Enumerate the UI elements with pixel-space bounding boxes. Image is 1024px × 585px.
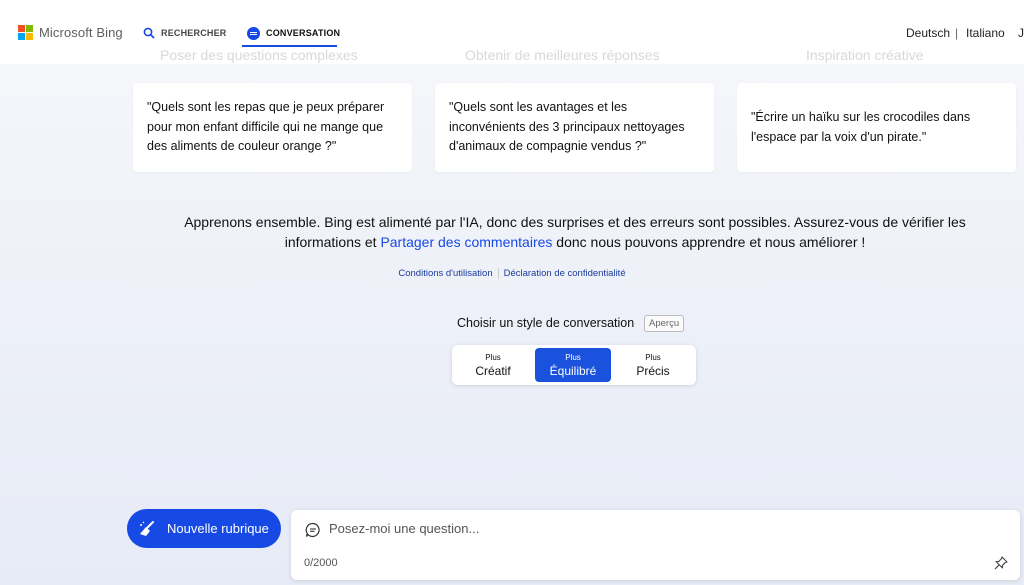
- style-option-prefix: Plus: [565, 353, 581, 362]
- pin-icon[interactable]: [994, 556, 1008, 570]
- preview-badge: Aperçu: [644, 315, 685, 332]
- style-option-prefix: Plus: [645, 353, 661, 362]
- style-option-prefix: Plus: [485, 353, 501, 362]
- legal-divider: [497, 268, 499, 279]
- suggestion-heading: Poser des questions complexes: [160, 47, 358, 63]
- conversation-style-title: Choisir un style de conversation: [457, 316, 635, 330]
- brand-name: Microsoft Bing: [39, 25, 123, 40]
- search-icon: [143, 27, 155, 39]
- tab-search-label: RECHERCHER: [161, 28, 227, 38]
- tab-conversation-label: CONVERSATION: [266, 28, 341, 38]
- style-option-label: Précis: [636, 364, 670, 378]
- language-link-more[interactable]: J: [1018, 26, 1024, 40]
- style-option-balanced[interactable]: Plus Équilibré: [535, 348, 611, 382]
- tab-conversation[interactable]: CONVERSATION: [247, 22, 340, 44]
- suggestion-text: "Quels sont les repas que je peux prépar…: [147, 100, 385, 154]
- suggestion-card[interactable]: "Quels sont les avantages et les inconvé…: [435, 83, 714, 172]
- suggestion-heading: Obtenir de meilleures réponses: [465, 47, 660, 63]
- suggestion-text: "Écrire un haïku sur les crocodiles dans…: [751, 110, 971, 144]
- style-option-creative[interactable]: Plus Créatif: [455, 348, 531, 382]
- new-topic-button[interactable]: Nouvelle rubrique: [127, 509, 281, 548]
- microsoft-logo-icon: [18, 25, 33, 40]
- style-option-label: Équilibré: [549, 364, 597, 378]
- language-link-deutsch[interactable]: Deutsch: [906, 26, 950, 40]
- character-counter: 0/2000: [304, 557, 338, 569]
- feedback-link[interactable]: Partager des commentaires: [380, 234, 552, 250]
- terms-link[interactable]: Conditions d'utilisation: [398, 268, 492, 279]
- broom-icon: [140, 520, 154, 536]
- legal-links: Conditions d'utilisation Déclaration de c…: [0, 268, 1024, 279]
- style-option-precise[interactable]: Plus Précis: [615, 348, 691, 382]
- suggestion-text: "Quels sont les avantages et les inconvé…: [449, 100, 685, 154]
- style-option-label: Créatif: [475, 364, 511, 378]
- privacy-link[interactable]: Déclaration de confidentialité: [504, 268, 626, 279]
- chat-bubble-outline-icon: [305, 522, 320, 538]
- bing-logo[interactable]: Microsoft Bing: [18, 25, 123, 40]
- suggestion-card[interactable]: "Écrire un haïku sur les crocodiles dans…: [737, 83, 1016, 172]
- disclaimer-text-end: donc nous pouvons apprendre et nous amél…: [552, 234, 866, 250]
- chat-input-placeholder[interactable]: Posez-moi une question...: [329, 521, 479, 536]
- ai-disclaimer: Apprenons ensemble. Bing est alimenté pa…: [150, 212, 1000, 252]
- suggestion-card[interactable]: "Quels sont les repas que je peux prépar…: [133, 83, 412, 172]
- language-link-italiano[interactable]: Italiano: [966, 26, 1005, 40]
- language-separator: |: [955, 26, 959, 40]
- tab-search[interactable]: RECHERCHER: [143, 22, 227, 44]
- conversation-style-selector: Plus Créatif Plus Équilibré Plus Précis: [452, 345, 696, 385]
- new-topic-label: Nouvelle rubrique: [167, 521, 269, 536]
- chat-input-box[interactable]: Posez-moi une question... 0/2000: [291, 510, 1020, 580]
- suggestion-heading: Inspiration créative: [806, 47, 924, 63]
- chat-bubble-icon: [247, 26, 260, 40]
